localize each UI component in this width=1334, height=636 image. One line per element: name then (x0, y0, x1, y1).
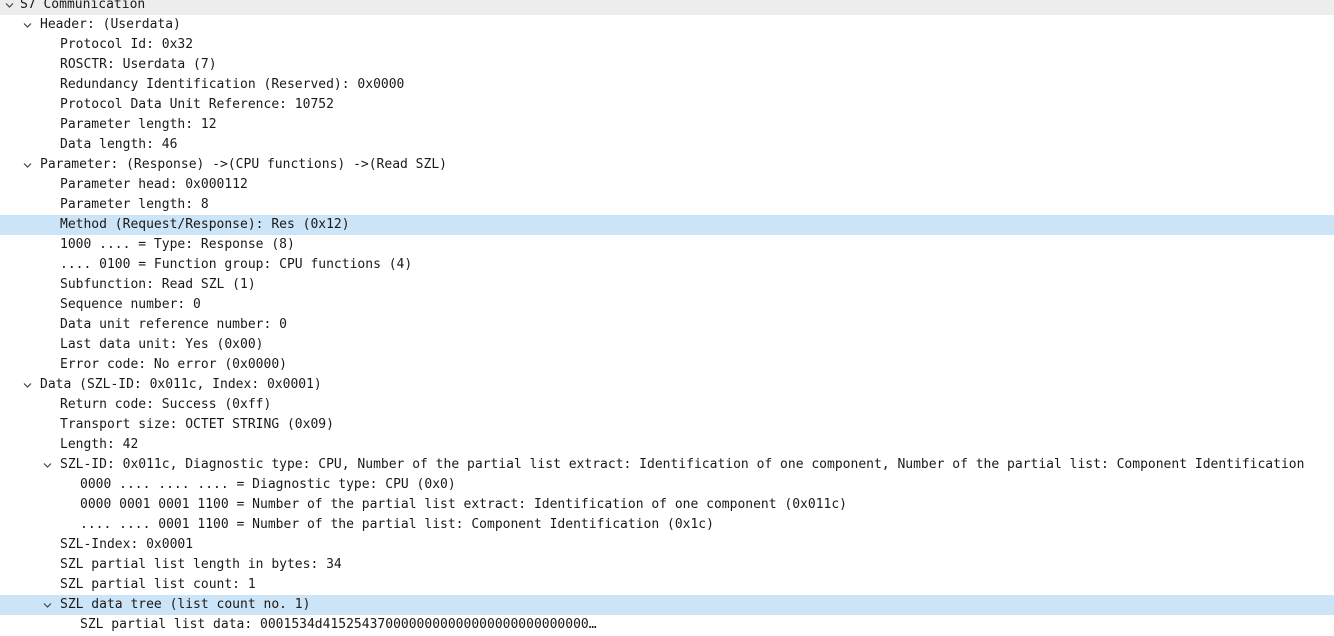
tree-leaf-label: Sequence number: 0 (60, 297, 201, 312)
tree-leaf-label: 0000 .... .... .... = Diagnostic type: C… (80, 477, 456, 492)
tree-leaf-label: Transport size: OCTET STRING (0x09) (60, 417, 334, 432)
chevron-down-icon[interactable] (23, 21, 32, 30)
tree-node-header[interactable]: Header: (Userdata) (0, 15, 1334, 35)
tree-leaf-label: .... .... 0001 1100 = Number of the part… (80, 517, 714, 532)
tree-node-szl-id[interactable]: SZL-ID: 0x011c, Diagnostic type: CPU, Nu… (0, 455, 1334, 475)
tree-leaf-parameter-head[interactable]: Parameter head: 0x000112 (0, 175, 1334, 195)
tree-leaf-label: Method (Request/Response): Res (0x12) (60, 217, 350, 232)
tree-leaf-label: 0000 0001 0001 1100 = Number of the part… (80, 497, 848, 512)
tree-leaf-last-data-unit[interactable]: Last data unit: Yes (0x00) (0, 335, 1334, 355)
tree-node-s7-communication[interactable]: S7 Communication (0, 0, 1334, 15)
tree-node-szl-data-tree[interactable]: SZL data tree (list count no. 1) (0, 595, 1334, 615)
tree-leaf-return-code[interactable]: Return code: Success (0xff) (0, 395, 1334, 415)
tree-leaf-label: Protocol Id: 0x32 (60, 37, 194, 52)
tree-node-label: Data (SZL-ID: 0x011c, Index: 0x0001) (40, 377, 322, 392)
tree-leaf-pdu-reference[interactable]: Protocol Data Unit Reference: 10752 (0, 95, 1334, 115)
tree-node-label: SZL data tree (list count no. 1) (60, 597, 311, 612)
tree-leaf-length[interactable]: Length: 42 (0, 435, 1334, 455)
tree-leaf-label: Length: 42 (60, 437, 139, 452)
tree-leaf-parameter-length[interactable]: Parameter length: 8 (0, 195, 1334, 215)
tree-leaf-rosctr[interactable]: ROSCTR: Userdata (7) (0, 55, 1334, 75)
tree-leaf-label: SZL partial list data: 0001534d415254370… (80, 617, 597, 632)
tree-leaf-label: Redundancy Identification (Reserved): 0x… (60, 77, 405, 92)
tree-leaf-label: Parameter length: 12 (60, 117, 217, 132)
tree-leaf-label: 1000 .... = Type: Response (8) (60, 237, 295, 252)
tree-leaf-label: SZL partial list length in bytes: 34 (60, 557, 342, 572)
chevron-down-icon[interactable] (43, 601, 52, 610)
tree-leaf-label: .... 0100 = Function group: CPU function… (60, 257, 413, 272)
tree-leaf-parameter-length[interactable]: Parameter length: 12 (0, 115, 1334, 135)
tree-leaf-partial-list-extract[interactable]: 0000 0001 0001 1100 = Number of the part… (0, 495, 1334, 515)
tree-leaf-partial-list-number[interactable]: .... .... 0001 1100 = Number of the part… (0, 515, 1334, 535)
chevron-down-icon[interactable] (23, 381, 32, 390)
tree-leaf-transport-size[interactable]: Transport size: OCTET STRING (0x09) (0, 415, 1334, 435)
tree-leaf-label: Subfunction: Read SZL (1) (60, 277, 256, 292)
tree-leaf-subfunction[interactable]: Subfunction: Read SZL (1) (0, 275, 1334, 295)
tree-leaf-protocol-id[interactable]: Protocol Id: 0x32 (0, 35, 1334, 55)
tree-leaf-redundancy-identification[interactable]: Redundancy Identification (Reserved): 0x… (0, 75, 1334, 95)
packet-details-tree: S7 Communication Header: (Userdata) Prot… (0, 0, 1334, 635)
tree-leaf-label: Error code: No error (0x0000) (60, 357, 287, 372)
tree-leaf-szl-list-count[interactable]: SZL partial list count: 1 (0, 575, 1334, 595)
tree-leaf-error-code[interactable]: Error code: No error (0x0000) (0, 355, 1334, 375)
tree-leaf-sequence-number[interactable]: Sequence number: 0 (0, 295, 1334, 315)
tree-leaf-type[interactable]: 1000 .... = Type: Response (8) (0, 235, 1334, 255)
tree-leaf-szl-list-length[interactable]: SZL partial list length in bytes: 34 (0, 555, 1334, 575)
tree-leaf-label: ROSCTR: Userdata (7) (60, 57, 217, 72)
tree-leaf-data-unit-reference[interactable]: Data unit reference number: 0 (0, 315, 1334, 335)
tree-node-label: Header: (Userdata) (40, 17, 181, 32)
tree-leaf-label: Protocol Data Unit Reference: 10752 (60, 97, 334, 112)
tree-node-data[interactable]: Data (SZL-ID: 0x011c, Index: 0x0001) (0, 375, 1334, 395)
tree-leaf-label: Last data unit: Yes (0x00) (60, 337, 264, 352)
chevron-down-icon[interactable] (23, 161, 32, 170)
tree-leaf-label: SZL-Index: 0x0001 (60, 537, 194, 552)
tree-leaf-data-length[interactable]: Data length: 46 (0, 135, 1334, 155)
tree-leaf-label: Data length: 46 (60, 137, 178, 152)
tree-leaf-label: Data unit reference number: 0 (60, 317, 287, 332)
tree-leaf-diagnostic-type[interactable]: 0000 .... .... .... = Diagnostic type: C… (0, 475, 1334, 495)
tree-leaf-label: Parameter head: 0x000112 (60, 177, 248, 192)
tree-leaf-szl-index[interactable]: SZL-Index: 0x0001 (0, 535, 1334, 555)
tree-node-parameter[interactable]: Parameter: (Response) ->(CPU functions) … (0, 155, 1334, 175)
tree-leaf-method-selected[interactable]: Method (Request/Response): Res (0x12) (0, 215, 1334, 235)
tree-leaf-label: SZL partial list count: 1 (60, 577, 256, 592)
chevron-down-icon[interactable] (5, 1, 14, 10)
chevron-down-icon[interactable] (43, 461, 52, 470)
tree-leaf-function-group[interactable]: .... 0100 = Function group: CPU function… (0, 255, 1334, 275)
tree-node-label: S7 Communication (20, 0, 146, 12)
tree-node-label: Parameter: (Response) ->(CPU functions) … (40, 157, 447, 172)
tree-leaf-szl-partial-list-data[interactable]: SZL partial list data: 0001534d415254370… (0, 615, 1334, 635)
tree-leaf-label: Parameter length: 8 (60, 197, 209, 212)
tree-leaf-label: Return code: Success (0xff) (60, 397, 272, 412)
tree-node-label: SZL-ID: 0x011c, Diagnostic type: CPU, Nu… (60, 457, 1305, 472)
